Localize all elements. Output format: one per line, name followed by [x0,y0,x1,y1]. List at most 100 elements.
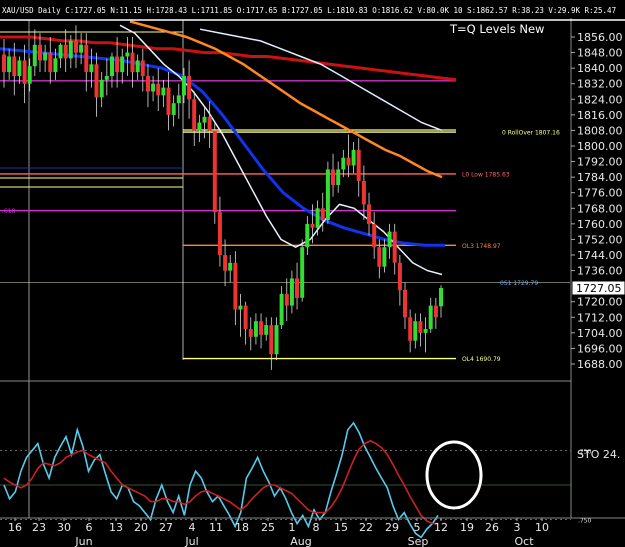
time-day-label: 23 [32,521,46,534]
price-tick-label: 1832.00 [577,78,623,91]
candle-body [120,56,125,73]
candle-body [320,208,325,220]
time-day-label: 13 [109,521,123,534]
price-tick-label: 1816.00 [577,109,623,122]
candle-body [428,305,433,329]
candle-body [413,321,418,341]
candle-body [310,223,315,228]
time-day-label: 30 [57,521,71,534]
price-tick-label: 1776.00 [577,187,623,200]
candle-body [408,317,413,341]
candle-body [7,56,12,73]
time-day-label: 1 [289,521,296,534]
candle-body [433,305,438,318]
candle-body [284,293,289,306]
sto-tick-label: .750 [578,518,592,525]
time-day-label: 19 [460,521,474,534]
candle-body [274,325,279,355]
candle-body [336,169,341,185]
candle-body [228,262,233,271]
candle-body [315,208,320,228]
price-tick-label: 1856.00 [577,31,623,44]
time-day-label: 22 [359,521,373,534]
candle-body [341,157,346,170]
time-day-label: 4 [189,521,196,534]
candle-body [104,75,109,80]
time-day-label: 3 [514,521,521,534]
candle-body [130,52,135,73]
price-tick-label: 1808.00 [577,124,623,137]
time-day-label: 12 [434,521,448,534]
time-day-label: 8 [313,521,320,534]
price-tick-label: 1696.00 [577,342,623,355]
candle-body [63,44,68,59]
candle-body [346,157,351,166]
candle-body [387,231,392,248]
candle-body [367,204,371,224]
ol3-level-label: OL3 1748.97 [462,243,501,250]
time-month-label: Jun [74,535,92,547]
candle-body [238,305,243,310]
candle-body [22,60,27,84]
time-day-label: 27 [159,521,173,534]
candle-body [17,60,22,76]
candle-body [253,321,258,337]
price-tick-label: 1768.00 [577,202,623,215]
rollover-level-label: 0 RollOver 1807.16 [502,130,560,137]
price-tick-label: 1720.00 [577,296,623,309]
candle-body [305,223,310,248]
candle-body [27,66,32,84]
candle-body [68,40,73,59]
l0-low-level-label: L0 Low 1785.63 [462,171,510,178]
candle-body [74,40,78,53]
fib-618-level-label: .618 [2,208,16,215]
candle-body [197,122,202,131]
candle-body [392,231,397,263]
candle-body [140,60,145,76]
chart-title: T=Q Levels New [449,22,544,36]
price-tick-label: 1848.00 [577,47,623,60]
candle-body [223,255,228,271]
sto-slow-line [3,439,438,525]
candle-body [243,305,248,329]
ol4-level-label: OL4 1690.79 [462,356,501,363]
candle-body [38,44,42,61]
time-month-label: Sep [408,535,429,547]
candle-body [439,288,443,307]
price-tick-label: 1688.00 [577,358,623,371]
candle-body [146,75,150,92]
time-day-label: 18 [235,521,249,534]
candle-body [361,181,366,205]
time-month-label: Aug [290,535,311,547]
candle-body [202,116,207,123]
candle-body [331,169,335,185]
price-panel: 0 RollOver 1807.16 L0 Low 1785.63 .618 OL3 … [0,20,570,518]
candle-body [99,79,104,98]
os1-level-label: 0S1 1729.79 [500,280,538,287]
candle-body [187,75,192,100]
sto-value-label: STO 24. [577,448,620,461]
price-tick-label: 1752.00 [577,233,623,246]
candle-body [192,99,197,131]
candle-body [2,54,6,72]
candle-body [377,247,382,267]
candle-body [351,149,356,166]
price-tick-label: 1704.00 [577,327,623,340]
candle-body [423,329,428,333]
price-tick-label: 1744.00 [577,249,623,262]
time-day-label: 25 [261,521,275,534]
candle-body [264,325,269,335]
price-tick-label: 1760.00 [577,218,623,231]
price-tick-label: 1800.00 [577,140,623,153]
candle-body [207,116,212,131]
time-day-label: 20 [134,521,148,534]
candle-body [48,52,53,73]
candle-body [161,87,166,96]
candle-body [289,278,294,306]
candle-body [325,169,330,220]
candle-body [176,95,181,104]
time-day-label: 6 [86,521,93,534]
candle-body [156,83,161,96]
time-day-label: 29 [385,521,399,534]
candle-body [295,278,299,298]
